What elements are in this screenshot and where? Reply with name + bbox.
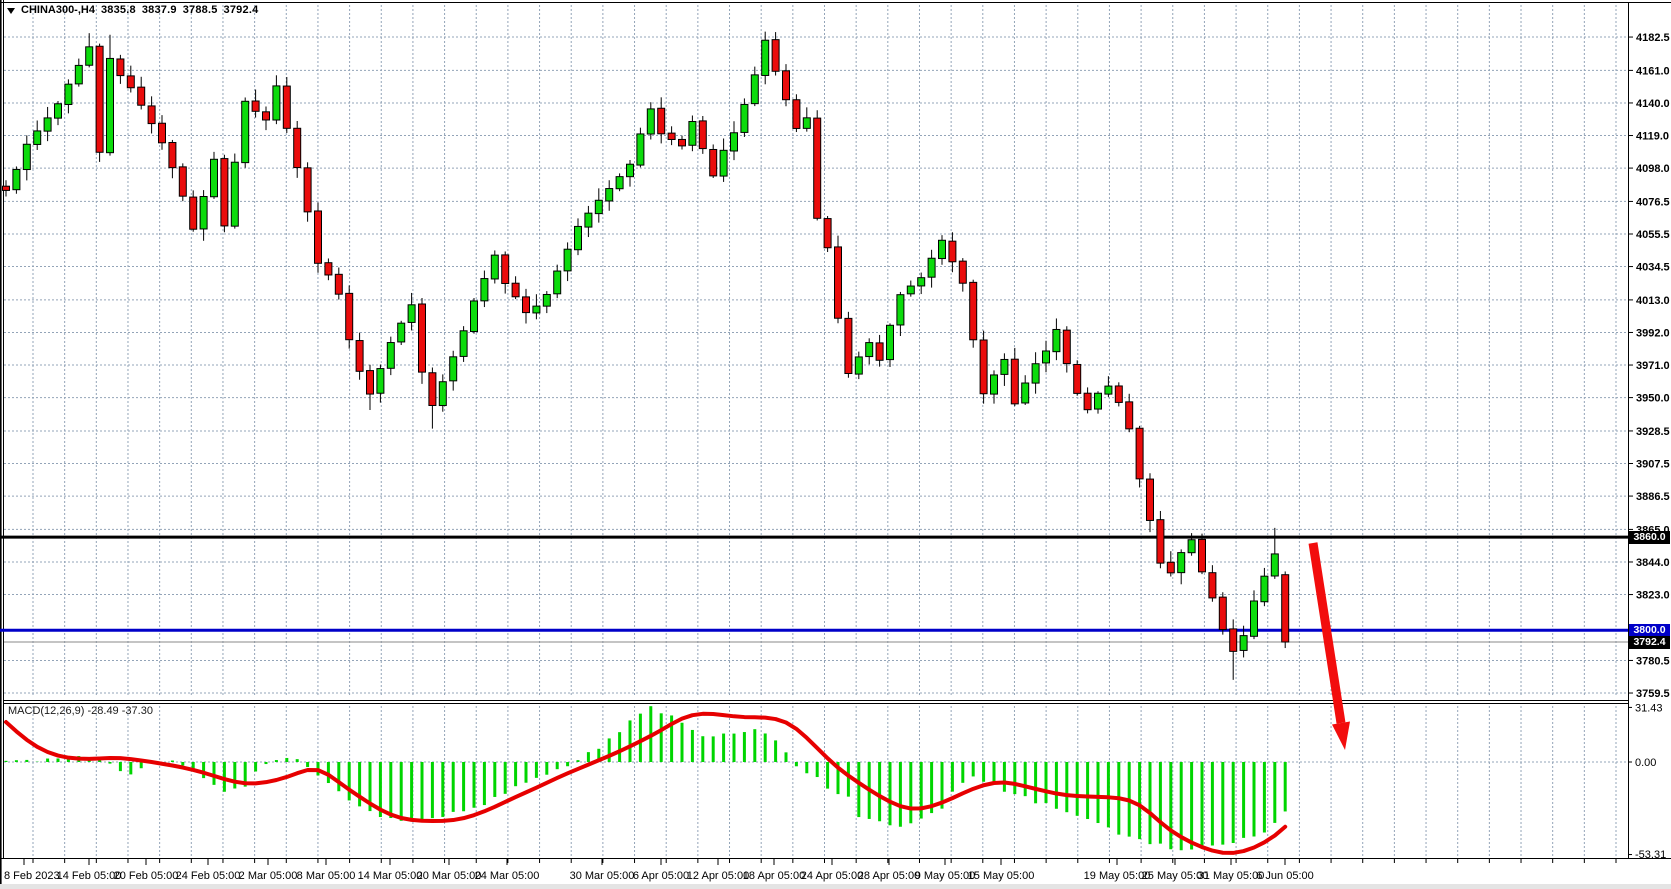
ohlc-high: 3837.9 bbox=[142, 4, 177, 16]
svg-text:4182.5: 4182.5 bbox=[1636, 32, 1670, 44]
macd-axis[interactable]: 31.43 0.00 -53.31 bbox=[1628, 702, 1666, 861]
svg-text:28 Apr 05:00: 28 Apr 05:00 bbox=[858, 870, 920, 882]
svg-text:14 Mar 05:00: 14 Mar 05:00 bbox=[358, 870, 423, 882]
svg-text:24 Apr 05:00: 24 Apr 05:00 bbox=[801, 870, 863, 882]
svg-text:14 Feb 05:00: 14 Feb 05:00 bbox=[57, 870, 122, 882]
svg-text:3759.5: 3759.5 bbox=[1636, 688, 1670, 700]
chart-canvas[interactable]: 4182.5 4161.0 4140.0 4119.0 4098.0 4076.5 4055… bbox=[0, 0, 1671, 889]
symbol-dropdown-icon[interactable] bbox=[7, 8, 15, 14]
chart-symbol-period: CHINA300-,H4 bbox=[21, 4, 95, 16]
svg-text:19 May 05:00: 19 May 05:00 bbox=[1084, 870, 1151, 882]
svg-text:6 Jun 05:00: 6 Jun 05:00 bbox=[1256, 870, 1314, 882]
panel-frame bbox=[0, 0, 1671, 889]
macd-histogram bbox=[6, 706, 1285, 850]
svg-text:3844.0: 3844.0 bbox=[1636, 557, 1670, 569]
svg-text:31.43: 31.43 bbox=[1635, 702, 1663, 714]
svg-text:3992.0: 3992.0 bbox=[1636, 327, 1670, 339]
svg-text:31 May 05:00: 31 May 05:00 bbox=[1198, 870, 1265, 882]
svg-text:6 Apr 05:00: 6 Apr 05:00 bbox=[633, 870, 689, 882]
svg-text:4013.0: 4013.0 bbox=[1636, 295, 1670, 307]
svg-text:4076.5: 4076.5 bbox=[1636, 196, 1670, 208]
svg-text:18 Apr 05:00: 18 Apr 05:00 bbox=[743, 870, 805, 882]
chart-window: 4182.5 4161.0 4140.0 4119.0 4098.0 4076.5 4055… bbox=[0, 0, 1671, 889]
ohlc-open: 3835.8 bbox=[101, 4, 136, 16]
svg-text:8 Mar 05:00: 8 Mar 05:00 bbox=[297, 870, 356, 882]
svg-text:4034.5: 4034.5 bbox=[1636, 262, 1670, 274]
svg-text:0.00: 0.00 bbox=[1635, 757, 1656, 769]
svg-text:4140.0: 4140.0 bbox=[1636, 98, 1670, 110]
chart-title: CHINA300-,H4 3835.8 3837.9 3788.5 3792.4 bbox=[7, 4, 258, 16]
svg-text:2 Mar 05:00: 2 Mar 05:00 bbox=[239, 870, 298, 882]
svg-text:3780.5: 3780.5 bbox=[1636, 655, 1670, 667]
svg-text:-53.31: -53.31 bbox=[1635, 849, 1666, 861]
svg-text:4119.0: 4119.0 bbox=[1636, 131, 1669, 143]
svg-text:3928.5: 3928.5 bbox=[1636, 426, 1670, 438]
svg-text:20 Mar 05:00: 20 Mar 05:00 bbox=[417, 870, 482, 882]
svg-text:3886.5: 3886.5 bbox=[1636, 491, 1670, 503]
price-axis[interactable]: 4182.5 4161.0 4140.0 4119.0 4098.0 4076.5 4055… bbox=[1628, 32, 1670, 700]
svg-text:15 May 05:00: 15 May 05:00 bbox=[968, 870, 1035, 882]
macd-name: MACD(12,26,9) bbox=[8, 705, 84, 717]
macd-signal-line bbox=[6, 714, 1285, 853]
price-badge-last: 3792.4 bbox=[1629, 636, 1670, 649]
svg-text:3823.0: 3823.0 bbox=[1636, 590, 1670, 602]
svg-text:30 Mar 05:00: 30 Mar 05:00 bbox=[570, 870, 635, 882]
price-badge-resistance: 3860.0 bbox=[1629, 531, 1670, 544]
svg-text:12 Apr 05:00: 12 Apr 05:00 bbox=[687, 870, 749, 882]
svg-text:9 May 05:00: 9 May 05:00 bbox=[915, 870, 976, 882]
svg-text:3907.5: 3907.5 bbox=[1636, 459, 1670, 471]
svg-text:3950.0: 3950.0 bbox=[1636, 393, 1670, 405]
svg-text:24 Feb 05:00: 24 Feb 05:00 bbox=[176, 870, 241, 882]
ohlc-low: 3788.5 bbox=[183, 4, 218, 16]
svg-text:24 Mar 05:00: 24 Mar 05:00 bbox=[475, 870, 540, 882]
svg-text:4055.5: 4055.5 bbox=[1636, 229, 1670, 241]
svg-text:3971.0: 3971.0 bbox=[1636, 360, 1670, 372]
svg-text:4161.0: 4161.0 bbox=[1636, 65, 1670, 77]
macd-signal-value: -37.30 bbox=[122, 705, 153, 717]
macd-indicator-label: MACD(12,26,9) -28.49 -37.30 bbox=[8, 705, 153, 717]
macd-value: -28.49 bbox=[87, 705, 118, 717]
svg-text:8 Feb 2023: 8 Feb 2023 bbox=[4, 870, 60, 882]
ohlc-close: 3792.4 bbox=[224, 4, 259, 16]
svg-text:20 Feb 05:00: 20 Feb 05:00 bbox=[114, 870, 179, 882]
candles-layer bbox=[3, 32, 1289, 680]
time-axis[interactable]: 8 Feb 202314 Feb 05:0020 Feb 05:0024 Feb… bbox=[4, 859, 1616, 882]
svg-text:4098.0: 4098.0 bbox=[1636, 163, 1670, 175]
